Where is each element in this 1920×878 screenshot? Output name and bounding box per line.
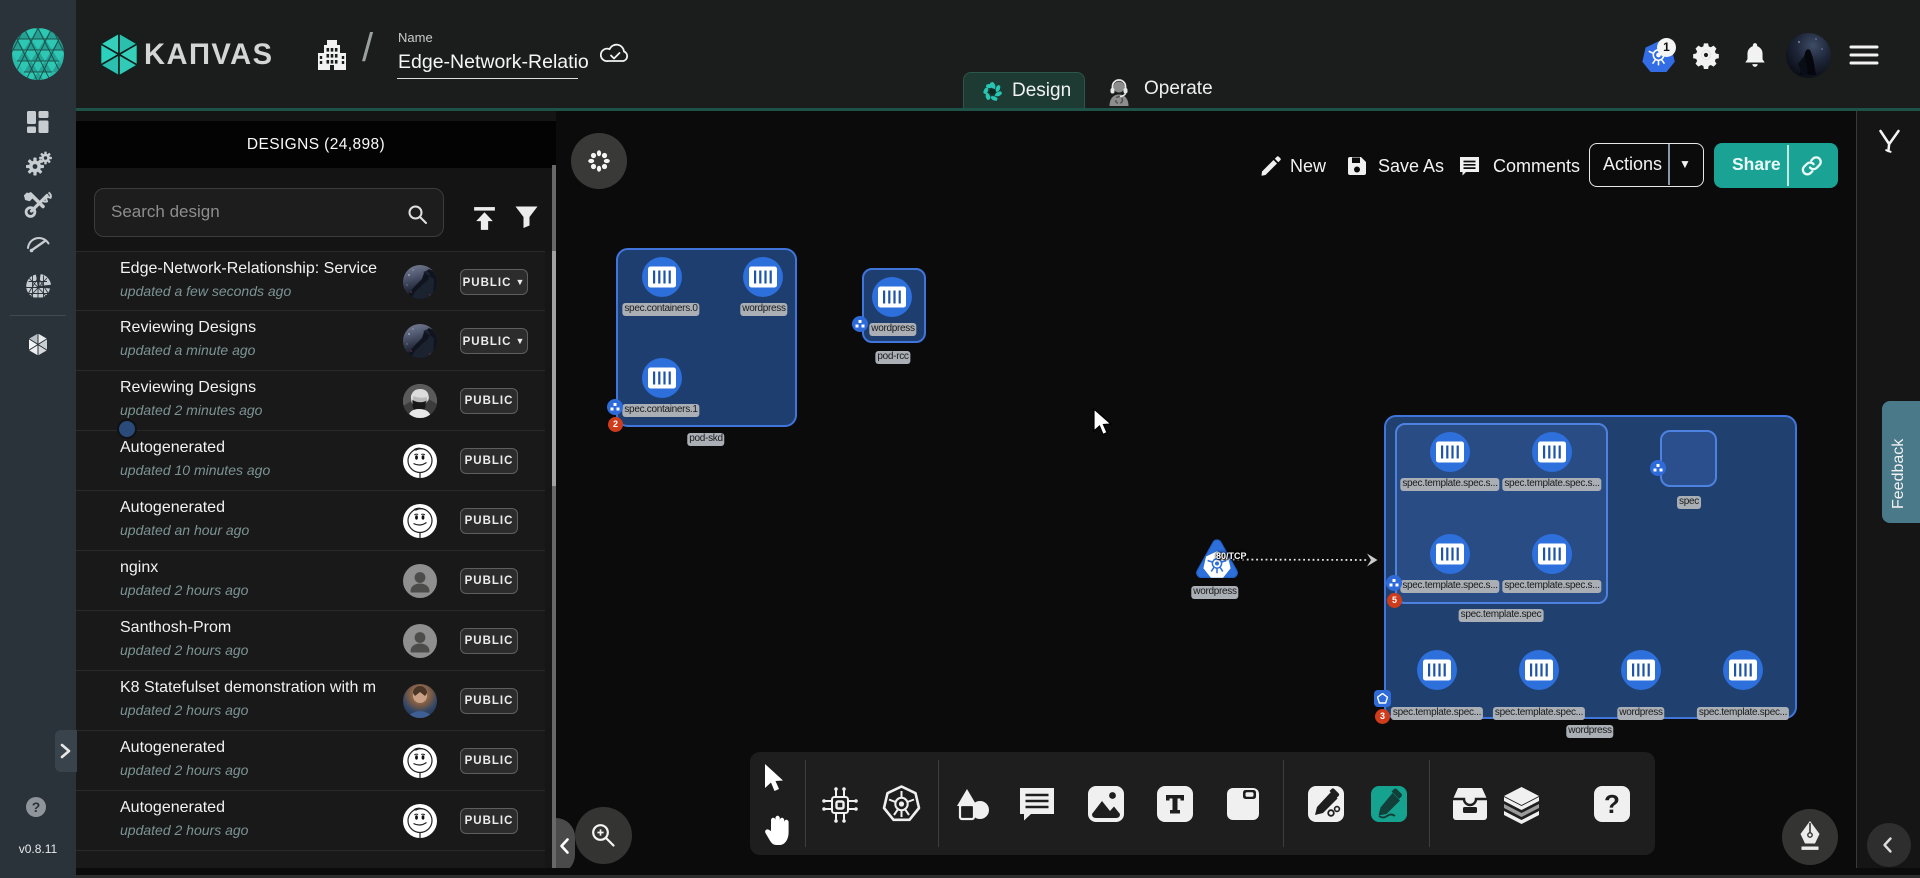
svg-text:?: ?	[1604, 789, 1620, 819]
